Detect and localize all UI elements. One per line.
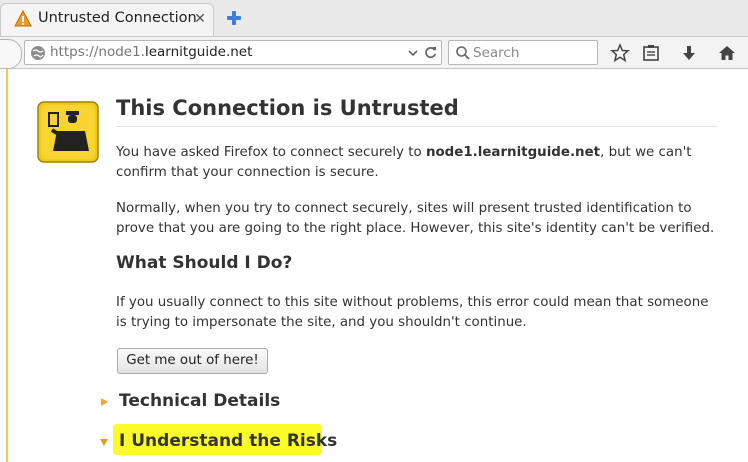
bookmark-star-icon[interactable] <box>610 43 630 63</box>
tab-title: Untrusted Connection <box>38 10 197 26</box>
page-title: This Connection is Untrusted <box>116 96 459 120</box>
back-button[interactable] <box>0 39 22 69</box>
what-should-i-do-heading: What Should I Do? <box>116 253 293 273</box>
globe-icon <box>31 46 45 60</box>
search-icon <box>456 46 470 60</box>
tab-strip: Untrusted Connection ✕ <box>0 0 748 36</box>
title-divider <box>116 126 718 127</box>
intro-paragraph: You have asked Firefox to connect secure… <box>116 143 716 183</box>
download-icon[interactable] <box>679 43 699 63</box>
home-icon[interactable] <box>717 43 737 63</box>
technical-details-label: Technical Details <box>119 391 281 411</box>
explanation-paragraph: Normally, when you try to connect secure… <box>116 201 715 236</box>
close-icon[interactable]: ✕ <box>190 9 210 29</box>
chevron-down-icon[interactable] <box>406 46 420 60</box>
host-name: node1.learnitguide.net <box>425 145 601 160</box>
url-bar[interactable]: https://node1.learnitguide.net <box>24 40 442 65</box>
page-edge-line <box>6 69 8 462</box>
intro-text-before: You have asked Firefox to connect secure… <box>116 145 426 160</box>
search-placeholder: Search <box>473 45 520 61</box>
triangle-right-icon <box>101 398 108 406</box>
understand-risks-expander[interactable]: I Understand the Risks <box>99 429 359 455</box>
reading-list-icon[interactable] <box>641 43 661 63</box>
reload-icon[interactable] <box>423 45 438 60</box>
search-bar[interactable]: Search <box>448 40 598 65</box>
navigation-toolbar: https://node1.learnitguide.net Search <box>0 36 748 69</box>
url-prefix: https://node1. <box>50 44 145 60</box>
tab-untrusted-connection[interactable]: Untrusted Connection ✕ <box>0 3 214 36</box>
url-domain: learnitguide.net <box>144 44 253 60</box>
error-page: This Connection is Untrusted You have as… <box>0 69 748 462</box>
understand-risks-label: I Understand the Risks <box>119 431 338 451</box>
url-text[interactable]: https://node1.learnitguide.net <box>50 44 252 60</box>
new-tab-plus-icon[interactable] <box>224 8 244 28</box>
advice-paragraph: If you usually connect to this site with… <box>116 295 709 330</box>
get-me-out-button[interactable]: Get me out of here! <box>117 348 268 374</box>
technical-details-expander[interactable]: Technical Details <box>99 389 359 415</box>
certificate-error-icon <box>37 101 99 163</box>
triangle-down-icon <box>100 439 108 446</box>
warning-icon <box>14 10 32 27</box>
